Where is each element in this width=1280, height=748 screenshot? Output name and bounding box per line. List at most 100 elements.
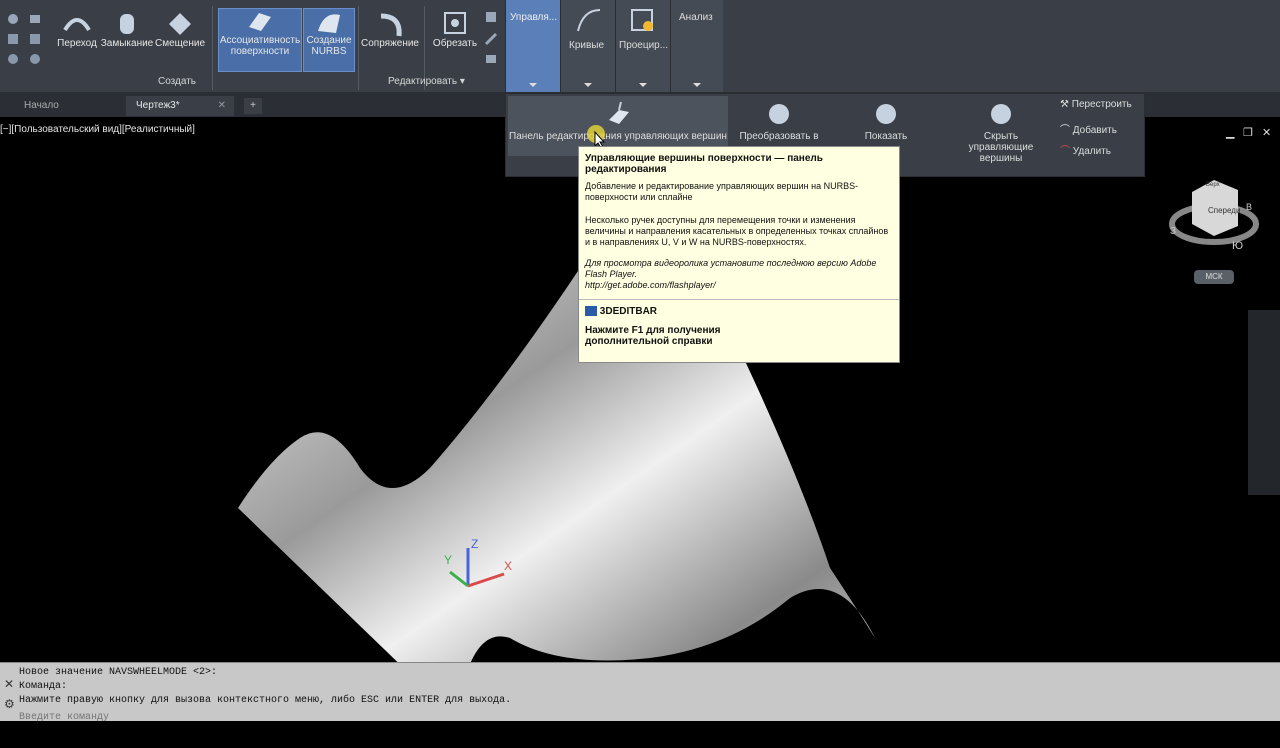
separator [358, 6, 359, 90]
analysis-panel-toggle[interactable]: Анализ [670, 0, 723, 92]
blend-button[interactable]: Переход [57, 10, 97, 49]
surface-network-icon[interactable] [6, 12, 20, 26]
close-icon[interactable]: ✕ [4, 677, 14, 691]
chevron-down-icon [639, 83, 647, 87]
viewcube-top[interactable]: Верх [1206, 182, 1220, 188]
svg-text:Y: Y [444, 553, 452, 567]
project-label: Проецир... [619, 40, 669, 51]
nurbs-creation-button[interactable]: Создание NURBS [303, 8, 355, 72]
tab-drawing3[interactable]: Чертеж3* ✕ [126, 96, 234, 116]
viewcube-south[interactable]: Ю [1232, 240, 1243, 252]
patch-button[interactable]: Замыкание [100, 10, 154, 49]
associativity-icon [249, 13, 271, 31]
restore-icon[interactable]: ❐ [1243, 126, 1253, 139]
curves-panel-toggle[interactable]: Кривые [560, 0, 615, 92]
viewcube[interactable]: Верх Спереди З В Ю [1168, 174, 1260, 264]
chevron-down-icon [584, 83, 592, 87]
tooltip-title: Управляющие вершины поверхности — панель… [585, 153, 823, 175]
fillet-button[interactable]: Сопряжение [360, 10, 420, 49]
svg-text:X: X [504, 559, 512, 573]
untrim-icon[interactable] [484, 10, 498, 24]
plus-icon: + [250, 100, 256, 111]
offset-icon [169, 13, 191, 35]
minimize-icon[interactable]: ▁ [1226, 126, 1234, 139]
hide-cv-button[interactable]: Скрыть управляющие вершины [946, 96, 1056, 164]
analysis-label: Анализ [679, 12, 713, 23]
remove-label: Удалить [1072, 146, 1111, 157]
sweep-icon[interactable] [28, 52, 42, 66]
new-tab-button[interactable]: + [244, 98, 262, 114]
viewcube-front[interactable]: Спереди [1208, 206, 1240, 215]
project-panel-toggle[interactable]: Проецир... [615, 0, 670, 92]
surface-associativity-button[interactable]: Ассоциативность поверхности [218, 8, 302, 72]
control-vertices-label: Управля... [510, 12, 558, 23]
ucs-menu[interactable]: МСК [1194, 270, 1234, 284]
nurbs-label-2: NURBS [311, 46, 347, 57]
patch-icon [120, 14, 134, 34]
viewport-controls-label[interactable]: [−][Пользовательский вид][Реалистичный] [0, 124, 195, 135]
extrude-icon[interactable] [6, 32, 20, 46]
command-icon [585, 306, 597, 317]
hide-cv-icon [991, 104, 1011, 124]
tooltip-description: Добавление и редактирование управляющих … [585, 181, 859, 202]
chevron-down-icon [693, 83, 701, 87]
fillet-icon [380, 13, 402, 37]
close-icon[interactable]: ✕ [1262, 126, 1271, 139]
extend-icon[interactable] [484, 32, 498, 46]
rebuild-label: Перестроить [1071, 99, 1132, 110]
remove-cv-button[interactable]: ⌒ Удалить [1060, 142, 1111, 157]
trim-icon [444, 12, 466, 34]
patch-label: Замыкание [100, 38, 154, 49]
associativity-label-1: Ассоциативность [219, 35, 301, 46]
convert-label-1: Преобразовать в [739, 131, 819, 142]
navigation-bar[interactable] [1248, 310, 1280, 495]
control-vertices-panel-toggle[interactable]: Управля... [505, 0, 560, 92]
viewcube-east[interactable]: В [1246, 202, 1252, 212]
wrench-icon[interactable]: ⚙ [4, 697, 15, 711]
fillet-label: Сопряжение [361, 38, 419, 49]
project-icon [631, 9, 653, 31]
tooltip-command-name: 3DEDITBAR [599, 306, 658, 317]
separator [212, 6, 213, 90]
tooltip-help: Нажмите F1 для получения дополнительной … [585, 325, 721, 347]
tab-label: Начало [24, 100, 59, 111]
blend-icon [63, 18, 91, 32]
add-icon: ⌒ [1060, 125, 1070, 136]
chevron-down-icon [529, 83, 537, 87]
show-cv-label: Показать [864, 131, 908, 142]
curve-icon [577, 9, 601, 32]
divider [579, 299, 899, 300]
add-label: Добавить [1072, 125, 1117, 136]
tab-start[interactable]: Начало [0, 96, 122, 116]
tooltip: Управляющие вершины поверхности — панель… [578, 146, 900, 363]
remove-icon: ⌒ [1060, 146, 1070, 157]
rebuild-icon: ⚒ [1060, 99, 1069, 110]
command-input[interactable] [19, 711, 1219, 723]
mouse-cursor [587, 125, 606, 148]
tab-label: Чертеж3* [136, 100, 180, 111]
command-history-line: Нажмите правую кнопку для вызова контекс… [19, 695, 512, 706]
planar-surface-icon[interactable] [28, 12, 42, 26]
nurbs-label-1: Создание [306, 35, 352, 46]
curves-label: Кривые [569, 40, 605, 51]
tooltip-url: http://get.adobe.com/flashplayer/ [585, 280, 716, 290]
rebuild-button[interactable]: ⚒ Перестроить [1060, 99, 1132, 110]
show-cv-icon [876, 104, 896, 124]
tooltip-details: Несколько ручек доступны для перемещения… [585, 215, 889, 247]
offset-button[interactable]: Смещение [155, 10, 206, 49]
convert-to-nurbs-icon [769, 104, 789, 124]
close-icon[interactable]: ✕ [218, 96, 226, 116]
loft-icon[interactable] [28, 32, 42, 46]
blend-label: Переход [57, 38, 97, 49]
trim-label: Обрезать [432, 38, 478, 49]
revolve-icon[interactable] [6, 52, 20, 66]
hide-cv-label-1: Скрыть [983, 131, 1019, 142]
sculpt-icon[interactable] [484, 52, 498, 66]
ucs-icon[interactable]: Z X Y [438, 538, 518, 598]
command-history-line: Новое значение NAVSWHEELMODE <2>: [19, 667, 218, 678]
add-cv-button[interactable]: ⌒ Добавить [1060, 121, 1117, 136]
trim-button[interactable]: Обрезать [430, 10, 480, 49]
viewcube-west[interactable]: З [1170, 226, 1176, 237]
nurbs-icon [318, 14, 340, 33]
offset-label: Смещение [155, 38, 206, 49]
